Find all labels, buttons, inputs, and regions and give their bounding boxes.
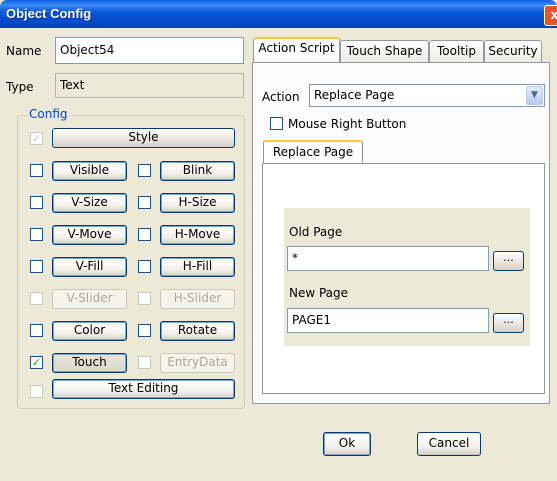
tab-touch-shape[interactable]: Touch Shape xyxy=(340,40,429,62)
new-page-browse-button[interactable]: ... xyxy=(493,313,524,333)
tab-replace-page[interactable]: Replace Page xyxy=(263,140,363,164)
entrydata-button: EntryData xyxy=(160,353,235,373)
blink-checkbox[interactable] xyxy=(138,164,151,177)
old-page-browse-button[interactable]: ... xyxy=(493,251,524,271)
hmove-checkbox[interactable] xyxy=(138,228,151,241)
close-icon: x xyxy=(550,8,557,22)
cancel-button[interactable]: Cancel xyxy=(417,432,481,456)
entrydata-checkbox xyxy=(138,356,151,369)
blink-button[interactable]: Blink xyxy=(160,161,235,181)
ok-button[interactable]: Ok xyxy=(323,432,371,456)
check-icon: ✓ xyxy=(31,356,42,369)
check-icon: ✓ xyxy=(31,132,42,145)
chevron-down-icon[interactable]: ▼ xyxy=(526,86,543,105)
name-field[interactable]: Object54 xyxy=(55,37,244,64)
style-button[interactable]: Style xyxy=(52,128,235,148)
vmove-button[interactable]: V-Move xyxy=(52,225,127,245)
hslider-button: H-Slider xyxy=(160,289,235,309)
action-select-value: Replace Page xyxy=(314,88,395,102)
type-label: Type xyxy=(6,80,34,94)
visible-checkbox[interactable] xyxy=(30,164,43,177)
vfill-checkbox[interactable] xyxy=(30,260,43,273)
tab-security[interactable]: Security xyxy=(484,40,542,62)
name-label: Name xyxy=(6,44,42,58)
hfill-checkbox[interactable] xyxy=(138,260,151,273)
vsize-button[interactable]: V-Size xyxy=(52,193,127,213)
tab-action-script[interactable]: Action Script xyxy=(253,37,340,62)
hsize-button[interactable]: H-Size xyxy=(160,193,235,213)
touch-button[interactable]: Touch xyxy=(52,353,127,373)
type-field: Text xyxy=(55,73,244,98)
color-checkbox[interactable] xyxy=(30,324,43,337)
rotate-checkbox[interactable] xyxy=(138,324,151,337)
vslider-checkbox xyxy=(30,292,43,305)
new-page-field[interactable]: PAGE1 xyxy=(287,308,489,333)
hslider-checkbox xyxy=(138,292,151,305)
visible-button[interactable]: Visible xyxy=(52,161,127,181)
color-button[interactable]: Color xyxy=(52,321,127,341)
style-checkbox: ✓ xyxy=(30,132,43,145)
tab-tooltip[interactable]: Tooltip xyxy=(429,40,484,62)
textediting-checkbox xyxy=(30,385,43,398)
hmove-button[interactable]: H-Move xyxy=(160,225,235,245)
config-group-title: Config xyxy=(27,107,70,121)
textediting-button[interactable]: Text Editing xyxy=(52,379,235,399)
window-title: Object Config xyxy=(6,6,92,21)
close-button[interactable]: x xyxy=(544,5,557,26)
vfill-button[interactable]: V-Fill xyxy=(52,257,127,277)
old-page-field[interactable]: * xyxy=(287,246,489,271)
touch-checkbox[interactable]: ✓ xyxy=(30,356,43,369)
object-config-window: Object Config x Name Object54 Type Text … xyxy=(0,0,557,481)
title-bar[interactable]: Object Config x xyxy=(0,0,557,28)
rotate-button[interactable]: Rotate xyxy=(160,321,235,341)
old-page-label: Old Page xyxy=(289,225,343,239)
new-page-label: New Page xyxy=(289,286,349,300)
hfill-button[interactable]: H-Fill xyxy=(160,257,235,277)
vmove-checkbox[interactable] xyxy=(30,228,43,241)
vslider-button: V-Slider xyxy=(52,289,127,309)
action-label: Action xyxy=(262,90,300,104)
mouse-right-checkbox[interactable] xyxy=(270,117,283,130)
vsize-checkbox[interactable] xyxy=(30,196,43,209)
mouse-right-label: Mouse Right Button xyxy=(288,117,407,131)
hsize-checkbox[interactable] xyxy=(138,196,151,209)
action-select[interactable]: Replace Page ▼ xyxy=(309,84,545,107)
